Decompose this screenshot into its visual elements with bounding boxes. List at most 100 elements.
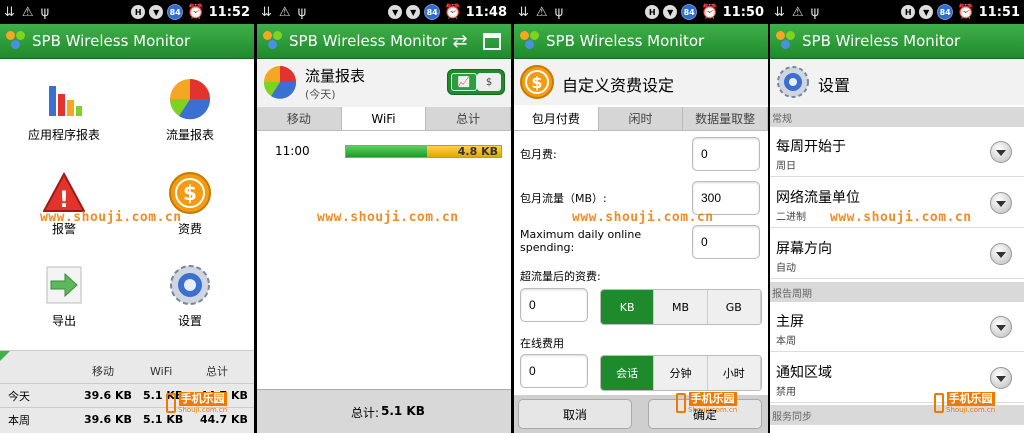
stats-header: 总计 bbox=[206, 365, 228, 378]
menu-settings[interactable]: 设置 bbox=[140, 264, 240, 329]
status-time: 11:51 bbox=[978, 4, 1020, 20]
hour-option[interactable]: 小时 bbox=[707, 356, 761, 390]
chart-view-icon[interactable]: 📈 bbox=[451, 73, 477, 91]
traffic-report-screen: ⇊ ⚠ ψ ▼ ▼ 84 ⏰ 11:48 SPB Wireless Monito… bbox=[257, 0, 511, 433]
settings-screen: ⇊ ⚠ ψ H ▼ 84 ⏰ 11:51 SPB Wireless Monito… bbox=[770, 0, 1024, 433]
phone-icon bbox=[934, 393, 944, 413]
traffic-bar: 4.8 KB bbox=[345, 145, 502, 158]
dropdown-arrow-icon[interactable] bbox=[990, 192, 1012, 214]
alarm-icon: ⏰ bbox=[701, 4, 719, 20]
cancel-button[interactable]: 取消 bbox=[518, 399, 632, 429]
dropdown-arrow-icon[interactable] bbox=[990, 367, 1012, 389]
warning-icon: ⚠ bbox=[21, 4, 34, 20]
stats-header: 移动 bbox=[92, 365, 114, 378]
alarm-icon: ⏰ bbox=[444, 4, 462, 20]
usb-icon: ψ bbox=[40, 4, 50, 20]
monthly-fee-label: 包月费: bbox=[520, 148, 557, 161]
app-title-bar: SPB Wireless Monitor bbox=[770, 24, 1024, 59]
app-logo-icon bbox=[776, 31, 796, 51]
menu-label: 导出 bbox=[51, 314, 76, 328]
menu-label: 设置 bbox=[177, 314, 202, 328]
status-bar: ⇊ ⚠ ψ H ▼ 84 ⏰ 11:50 bbox=[514, 0, 768, 24]
brand-logo: 手机乐园 Shouji.com.cn bbox=[934, 392, 995, 414]
tariff-title: 自定义资费设定 bbox=[562, 76, 675, 95]
watermark: www.shouji.com.cn bbox=[317, 210, 459, 225]
calendar-icon[interactable] bbox=[481, 30, 503, 52]
alarm-icon: ⏰ bbox=[957, 4, 975, 20]
status-bar: ⇊ ⚠ ψ H ▼ 84 ⏰ 11:52 bbox=[0, 0, 254, 24]
unit-mb-option[interactable]: MB bbox=[654, 290, 708, 324]
dropdown-arrow-icon[interactable] bbox=[990, 316, 1012, 338]
session-option[interactable]: 会话 bbox=[601, 356, 655, 390]
tariff-tabs: 包月付费 闲时 数据量取整 bbox=[514, 107, 768, 131]
overage-input[interactable]: 0 bbox=[520, 288, 588, 322]
tab-monthly[interactable]: 包月付费 bbox=[514, 107, 599, 130]
settings-header: 设置 bbox=[770, 59, 1024, 105]
row-value: 4.8 KB bbox=[457, 145, 498, 158]
money-view-icon[interactable]: $ bbox=[477, 73, 501, 91]
signal-icon: ▼ bbox=[149, 5, 164, 19]
tab-wifi[interactable]: WiFi bbox=[341, 107, 427, 130]
notification-icons: ⇊ ⚠ ψ bbox=[518, 5, 563, 20]
menu-label: 应用程序报表 bbox=[27, 128, 100, 142]
download-icon: ⇊ bbox=[261, 4, 272, 20]
monthly-fee-input[interactable]: 0 bbox=[692, 137, 760, 171]
swap-arrows-icon[interactable]: ⇄ bbox=[449, 30, 471, 52]
battery-icon: 84 bbox=[681, 4, 698, 20]
total-bar: 总计: 5.1 KB bbox=[257, 389, 511, 433]
total-value: 5.1 KB bbox=[381, 404, 425, 418]
alarm-icon: ⏰ bbox=[187, 4, 205, 20]
tariff-header: $ 自定义资费设定 bbox=[514, 59, 768, 105]
notification-icons: ⇊ ⚠ ψ bbox=[774, 5, 819, 20]
network-tabs: 移动 WiFi 总计 bbox=[257, 107, 511, 131]
warning-icon: ⚠ bbox=[535, 4, 548, 20]
unit-selector: KB MB GB bbox=[600, 289, 762, 325]
setting-home-screen[interactable]: 主屏 本周 bbox=[770, 302, 1024, 352]
gear-icon bbox=[776, 65, 810, 99]
main-menu-screen: ⇊ ⚠ ψ H ▼ 84 ⏰ 11:52 SPB Wireless Monito… bbox=[0, 0, 254, 433]
online-fee-input[interactable]: 0 bbox=[520, 354, 588, 388]
max-daily-input[interactable]: 0 bbox=[692, 225, 760, 259]
app-title-bar: SPB Wireless Monitor ⇄ bbox=[257, 24, 511, 59]
dropdown-arrow-icon[interactable] bbox=[990, 141, 1012, 163]
tab-rounding[interactable]: 数据量取整 bbox=[683, 107, 768, 130]
unit-kb-option[interactable]: KB bbox=[601, 290, 655, 324]
unit-gb-option[interactable]: GB bbox=[707, 290, 761, 324]
tab-mobile[interactable]: 移动 bbox=[257, 107, 342, 130]
tab-total[interactable]: 总计 bbox=[426, 107, 511, 130]
dropdown-arrow-icon[interactable] bbox=[990, 243, 1012, 265]
minute-option[interactable]: 分钟 bbox=[654, 356, 708, 390]
bar-chart-icon bbox=[43, 78, 85, 120]
settings-title: 设置 bbox=[818, 76, 851, 95]
tariff-settings-screen: ⇊ ⚠ ψ H ▼ 84 ⏰ 11:50 SPB Wireless Monito… bbox=[514, 0, 768, 433]
app-logo-icon bbox=[6, 31, 26, 51]
app-logo-icon bbox=[263, 31, 283, 51]
menu-app-report[interactable]: 应用程序报表 bbox=[14, 78, 114, 143]
dollar-coin-icon: $ bbox=[169, 172, 211, 214]
total-label: 总计: bbox=[351, 406, 380, 420]
tab-offpeak[interactable]: 闲时 bbox=[599, 107, 684, 130]
status-bar: ⇊ ⚠ ψ H ▼ 84 ⏰ 11:51 bbox=[770, 0, 1024, 24]
status-bar: ⇊ ⚠ ψ ▼ ▼ 84 ⏰ 11:48 bbox=[257, 0, 511, 24]
menu-alarm[interactable]: ! 报警 bbox=[14, 171, 114, 237]
status-time: 11:48 bbox=[465, 4, 507, 20]
menu-tariff[interactable]: $ 资费 bbox=[140, 172, 240, 237]
app-logo-icon bbox=[520, 31, 540, 51]
menu-label: 流量报表 bbox=[165, 128, 214, 142]
stats-header: WiFi bbox=[150, 364, 173, 378]
menu-export[interactable]: 导出 bbox=[14, 264, 114, 329]
menu-traffic-report[interactable]: 流量报表 bbox=[140, 78, 240, 143]
brand-logo: 手机乐园 Shouji.com.cn bbox=[676, 392, 737, 414]
warning-icon: ⚠ bbox=[278, 4, 291, 20]
setting-week-start[interactable]: 每周开始于 周日 bbox=[770, 127, 1024, 177]
monthly-traffic-label: 包月流量（MB）: bbox=[520, 192, 607, 205]
notification-icons: ⇊ ⚠ ψ bbox=[261, 5, 306, 20]
report-title: 流量报表 bbox=[305, 67, 366, 85]
battery-icon: 84 bbox=[424, 4, 441, 20]
h-signal-icon: H bbox=[901, 5, 916, 19]
report-subtitle: (今天) bbox=[305, 88, 336, 101]
battery-icon: 84 bbox=[167, 4, 184, 20]
gear-icon bbox=[169, 264, 211, 306]
view-toggle[interactable]: 📈 $ bbox=[447, 69, 505, 95]
setting-orientation[interactable]: 屏幕方向 自动 bbox=[770, 229, 1024, 279]
